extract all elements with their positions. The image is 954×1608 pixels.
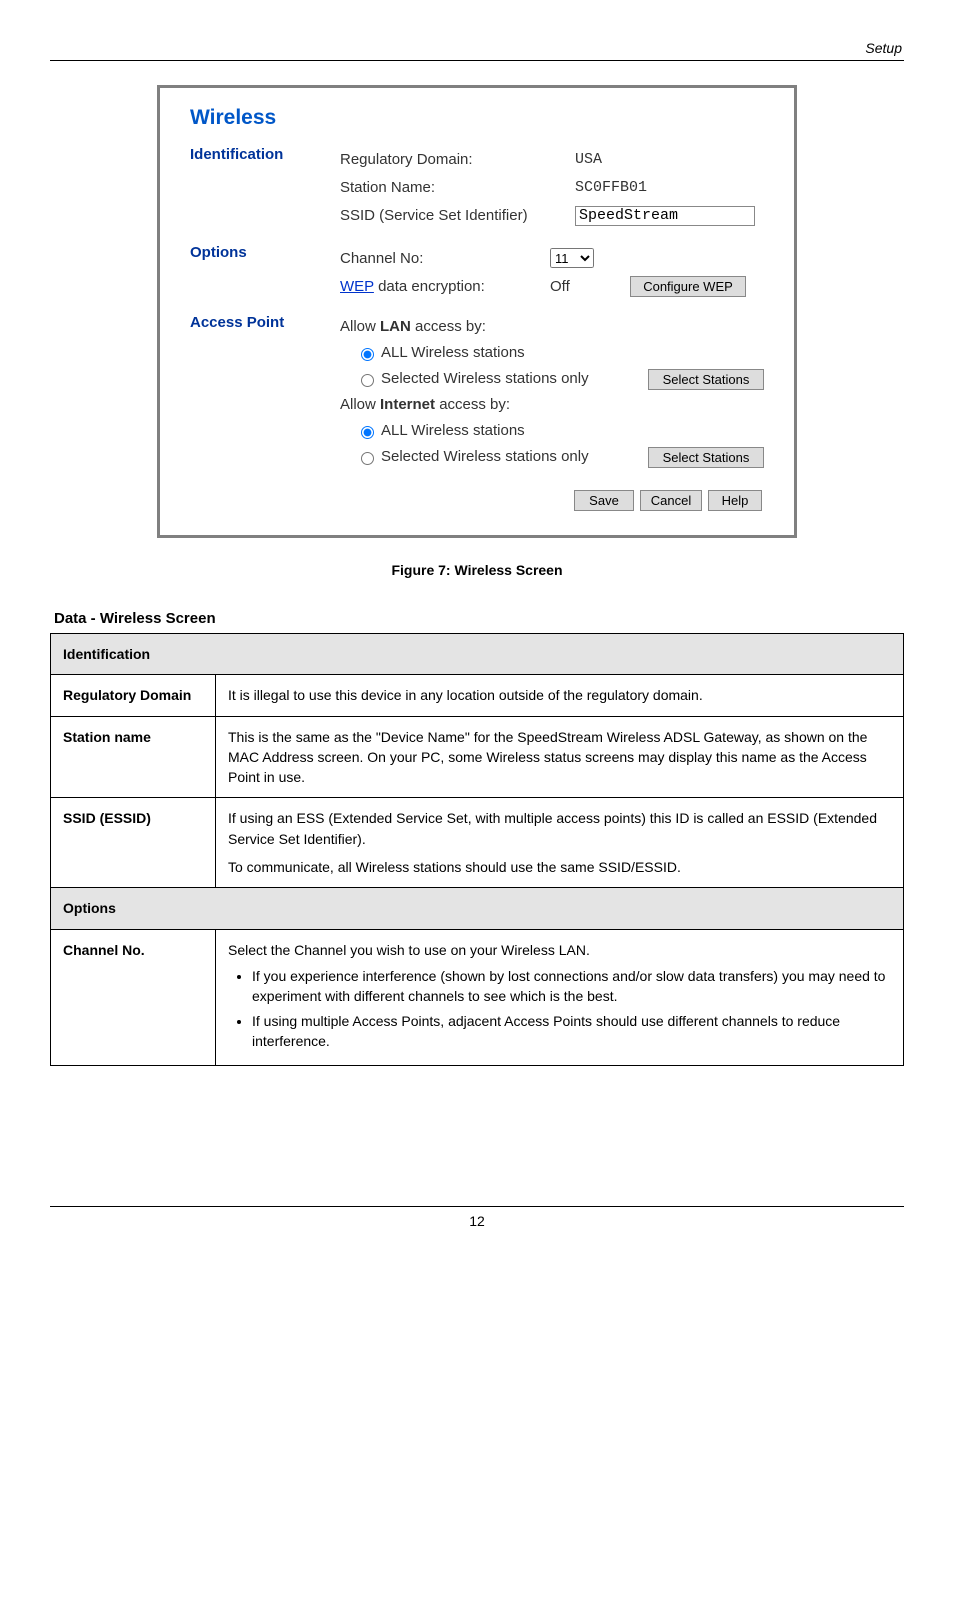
wep-label-suffix: data encryption: xyxy=(374,278,485,295)
lan-label-bold: LAN xyxy=(380,318,411,335)
select-stations-internet-button[interactable]: Select Stations xyxy=(648,447,764,468)
table-row: Regulatory Domain It is illegal to use t… xyxy=(51,675,904,716)
cancel-button[interactable]: Cancel xyxy=(640,490,702,511)
reg-domain-label: Regulatory Domain: xyxy=(340,146,575,174)
internet-all-radio[interactable] xyxy=(361,426,374,439)
figure-caption: Figure 7: Wireless Screen xyxy=(50,562,904,578)
options-block: Options Channel No: 11 WEP data encrypti… xyxy=(190,244,764,300)
lan-label-pre: Allow xyxy=(340,318,380,335)
wep-link[interactable]: WEP xyxy=(340,278,374,295)
section-identification: Identification xyxy=(51,634,904,675)
configure-wep-button[interactable]: Configure WEP xyxy=(630,276,746,297)
panel-title: Wireless xyxy=(190,106,764,130)
data-heading: Data - Wireless Screen xyxy=(50,610,904,627)
wireless-config-panel: Wireless Identification Regulatory Domai… xyxy=(157,85,797,538)
page-number: 12 xyxy=(50,1213,904,1229)
reg-domain-key: Regulatory Domain xyxy=(51,675,216,716)
identification-labels: Regulatory Domain: Station Name: SSID (S… xyxy=(340,146,575,230)
options-heading: Options xyxy=(190,244,340,261)
table-row: Station name This is the same as the "De… xyxy=(51,716,904,798)
reg-domain-desc: It is illegal to use this device in any … xyxy=(216,675,904,716)
description-table: Identification Regulatory Domain It is i… xyxy=(50,633,904,1066)
int-label-bold: Internet xyxy=(380,396,435,413)
panel-button-row: Save Cancel Help xyxy=(190,490,764,511)
identification-heading: Identification xyxy=(190,146,340,163)
page-header-section: Setup xyxy=(50,40,904,56)
lan-all-radio[interactable] xyxy=(361,348,374,361)
internet-all-option[interactable]: ALL Wireless stations xyxy=(340,418,764,444)
internet-selected-radio[interactable] xyxy=(361,452,374,465)
access-point-heading: Access Point xyxy=(190,314,340,331)
int-label-pre: Allow xyxy=(340,396,380,413)
ssid-desc: If using an ESS (Extended Service Set, w… xyxy=(216,798,904,888)
lan-selected-option[interactable]: Selected Wireless stations only xyxy=(340,366,648,392)
identification-values: USA SC0FFB01 xyxy=(575,146,764,230)
table-row: SSID (ESSID) If using an ESS (Extended S… xyxy=(51,798,904,888)
save-button[interactable]: Save xyxy=(574,490,634,511)
ssid-label: SSID (Service Set Identifier) xyxy=(340,202,575,230)
help-button[interactable]: Help xyxy=(708,490,762,511)
internet-selected-option[interactable]: Selected Wireless stations only xyxy=(340,444,648,470)
ssid-input[interactable] xyxy=(575,206,755,226)
station-name-key: Station name xyxy=(51,716,216,798)
ssid-key: SSID (ESSID) xyxy=(51,798,216,888)
access-point-block: Access Point Allow LAN access by: ALL Wi… xyxy=(190,314,764,470)
identification-block: Identification Regulatory Domain: Statio… xyxy=(190,146,764,230)
reg-domain-value: USA xyxy=(575,146,764,174)
int-label-post: access by: xyxy=(435,396,510,413)
station-name-value: SC0FFB01 xyxy=(575,174,764,202)
footer-rule xyxy=(50,1206,904,1207)
channel-desc: Select the Channel you wish to use on yo… xyxy=(216,929,904,1065)
table-row: Channel No. Select the Channel you wish … xyxy=(51,929,904,1065)
station-name-label: Station Name: xyxy=(340,174,575,202)
select-stations-lan-button[interactable]: Select Stations xyxy=(648,369,764,390)
channel-key: Channel No. xyxy=(51,929,216,1065)
section-options: Options xyxy=(51,888,904,929)
lan-label-post: access by: xyxy=(411,318,486,335)
header-rule xyxy=(50,60,904,61)
wep-status: Off xyxy=(550,278,630,295)
lan-selected-radio[interactable] xyxy=(361,374,374,387)
lan-all-option[interactable]: ALL Wireless stations xyxy=(340,340,764,366)
channel-select[interactable]: 11 xyxy=(550,248,594,268)
channel-label: Channel No: xyxy=(340,244,550,272)
station-name-desc: This is the same as the "Device Name" fo… xyxy=(216,716,904,798)
